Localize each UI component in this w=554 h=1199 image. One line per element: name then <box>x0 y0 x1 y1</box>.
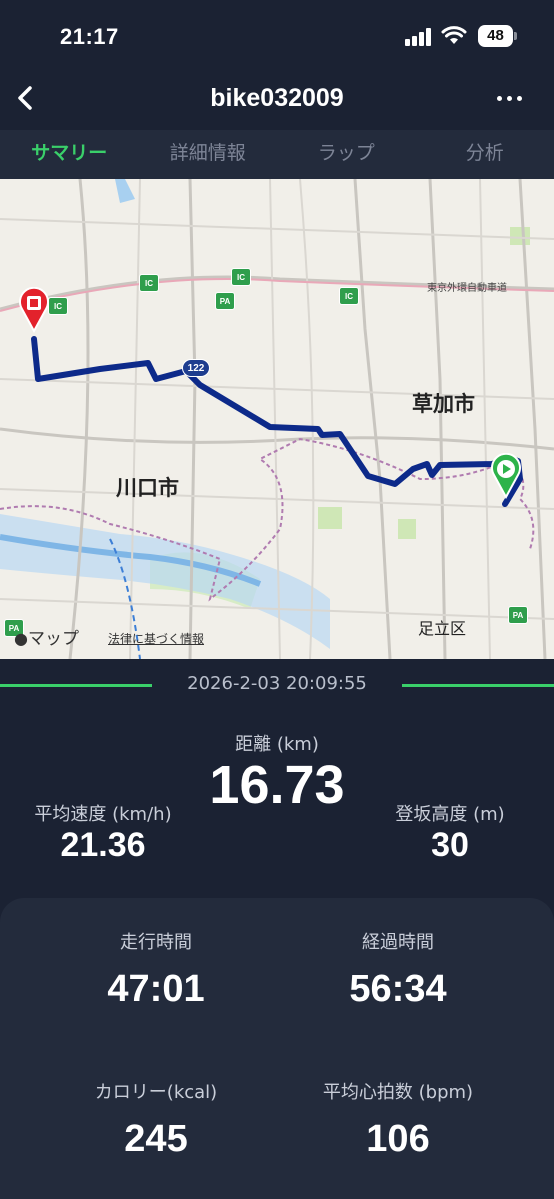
distance-value: 16.73 <box>209 755 345 815</box>
page-title: bike032009 <box>210 84 344 112</box>
date-row: 2026-2-03 20:09:55 <box>0 670 554 700</box>
tab-bar: サマリー 詳細情報 ラップ 分析 <box>0 130 554 182</box>
tab-laps[interactable]: ラップ <box>277 130 416 179</box>
maps-attribution-text: マップ <box>27 629 79 649</box>
avg-hr-value: 106 <box>366 1118 430 1160</box>
elapsed-time-label: 経過時間 <box>362 932 434 953</box>
ic-badge: IC <box>231 268 251 286</box>
status-time: 21:17 <box>60 24 119 49</box>
ic-badge: IC <box>139 274 159 292</box>
play-icon[interactable] <box>490 453 522 499</box>
battery-level: 48 <box>478 25 513 47</box>
tab-summary[interactable]: サマリー <box>0 130 139 182</box>
ic-badge: IC <box>339 287 359 305</box>
tab-analysis[interactable]: 分析 <box>416 130 554 179</box>
moving-time-label: 走行時間 <box>120 932 192 953</box>
expressway-label: 東京外環自動車道 <box>427 283 507 294</box>
nav-bar: bike032009 <box>0 70 554 130</box>
status-bar: 21:17 48 <box>0 0 554 70</box>
pa-badge: PA <box>508 606 528 624</box>
details-card: 走行時間 47:01 経過時間 56:34 カロリー(kcal) 245 平均心… <box>0 898 554 1199</box>
battery-icon: 48 <box>478 25 518 47</box>
tab-details[interactable]: 詳細情報 <box>139 130 278 179</box>
stop-pin-icon[interactable] <box>18 287 50 333</box>
legal-link[interactable]: 法律に基づく情報 <box>108 630 204 647</box>
climb-label: 登坂高度 (m) <box>395 804 505 825</box>
moving-time-value: 47:01 <box>107 968 205 1010</box>
ic-badge: IC <box>48 297 68 315</box>
climb-value: 30 <box>431 826 469 864</box>
cellular-signal-icon <box>405 28 433 46</box>
divider <box>402 684 554 687</box>
avg-speed-label: 平均速度 (km/h) <box>34 804 172 825</box>
calories-label: カロリー(kcal) <box>94 1082 218 1103</box>
elapsed-time-value: 56:34 <box>349 968 447 1010</box>
city-label-soka: 草加市 <box>412 392 475 416</box>
pa-badge: PA <box>215 292 235 310</box>
avg-speed-value: 21.36 <box>60 826 146 864</box>
route-number-badge: 122 <box>182 359 210 377</box>
city-label-kawaguchi: 川口市 <box>116 476 179 500</box>
ellipsis-icon[interactable] <box>492 86 528 110</box>
wifi-icon <box>441 26 467 44</box>
maps-attribution: ●マップ <box>14 629 79 649</box>
calories-value: 245 <box>124 1118 188 1160</box>
city-label-adachi: 足立区 <box>418 619 467 638</box>
route-map[interactable]: IC IC IC IC PA PA PA 122 東京外環自動車道 草加市 川口… <box>0 179 554 659</box>
map-canvas <box>0 179 554 659</box>
distance-label: 距離 (km) <box>235 734 319 755</box>
avg-hr-label: 平均心拍数 (bpm) <box>322 1082 474 1103</box>
